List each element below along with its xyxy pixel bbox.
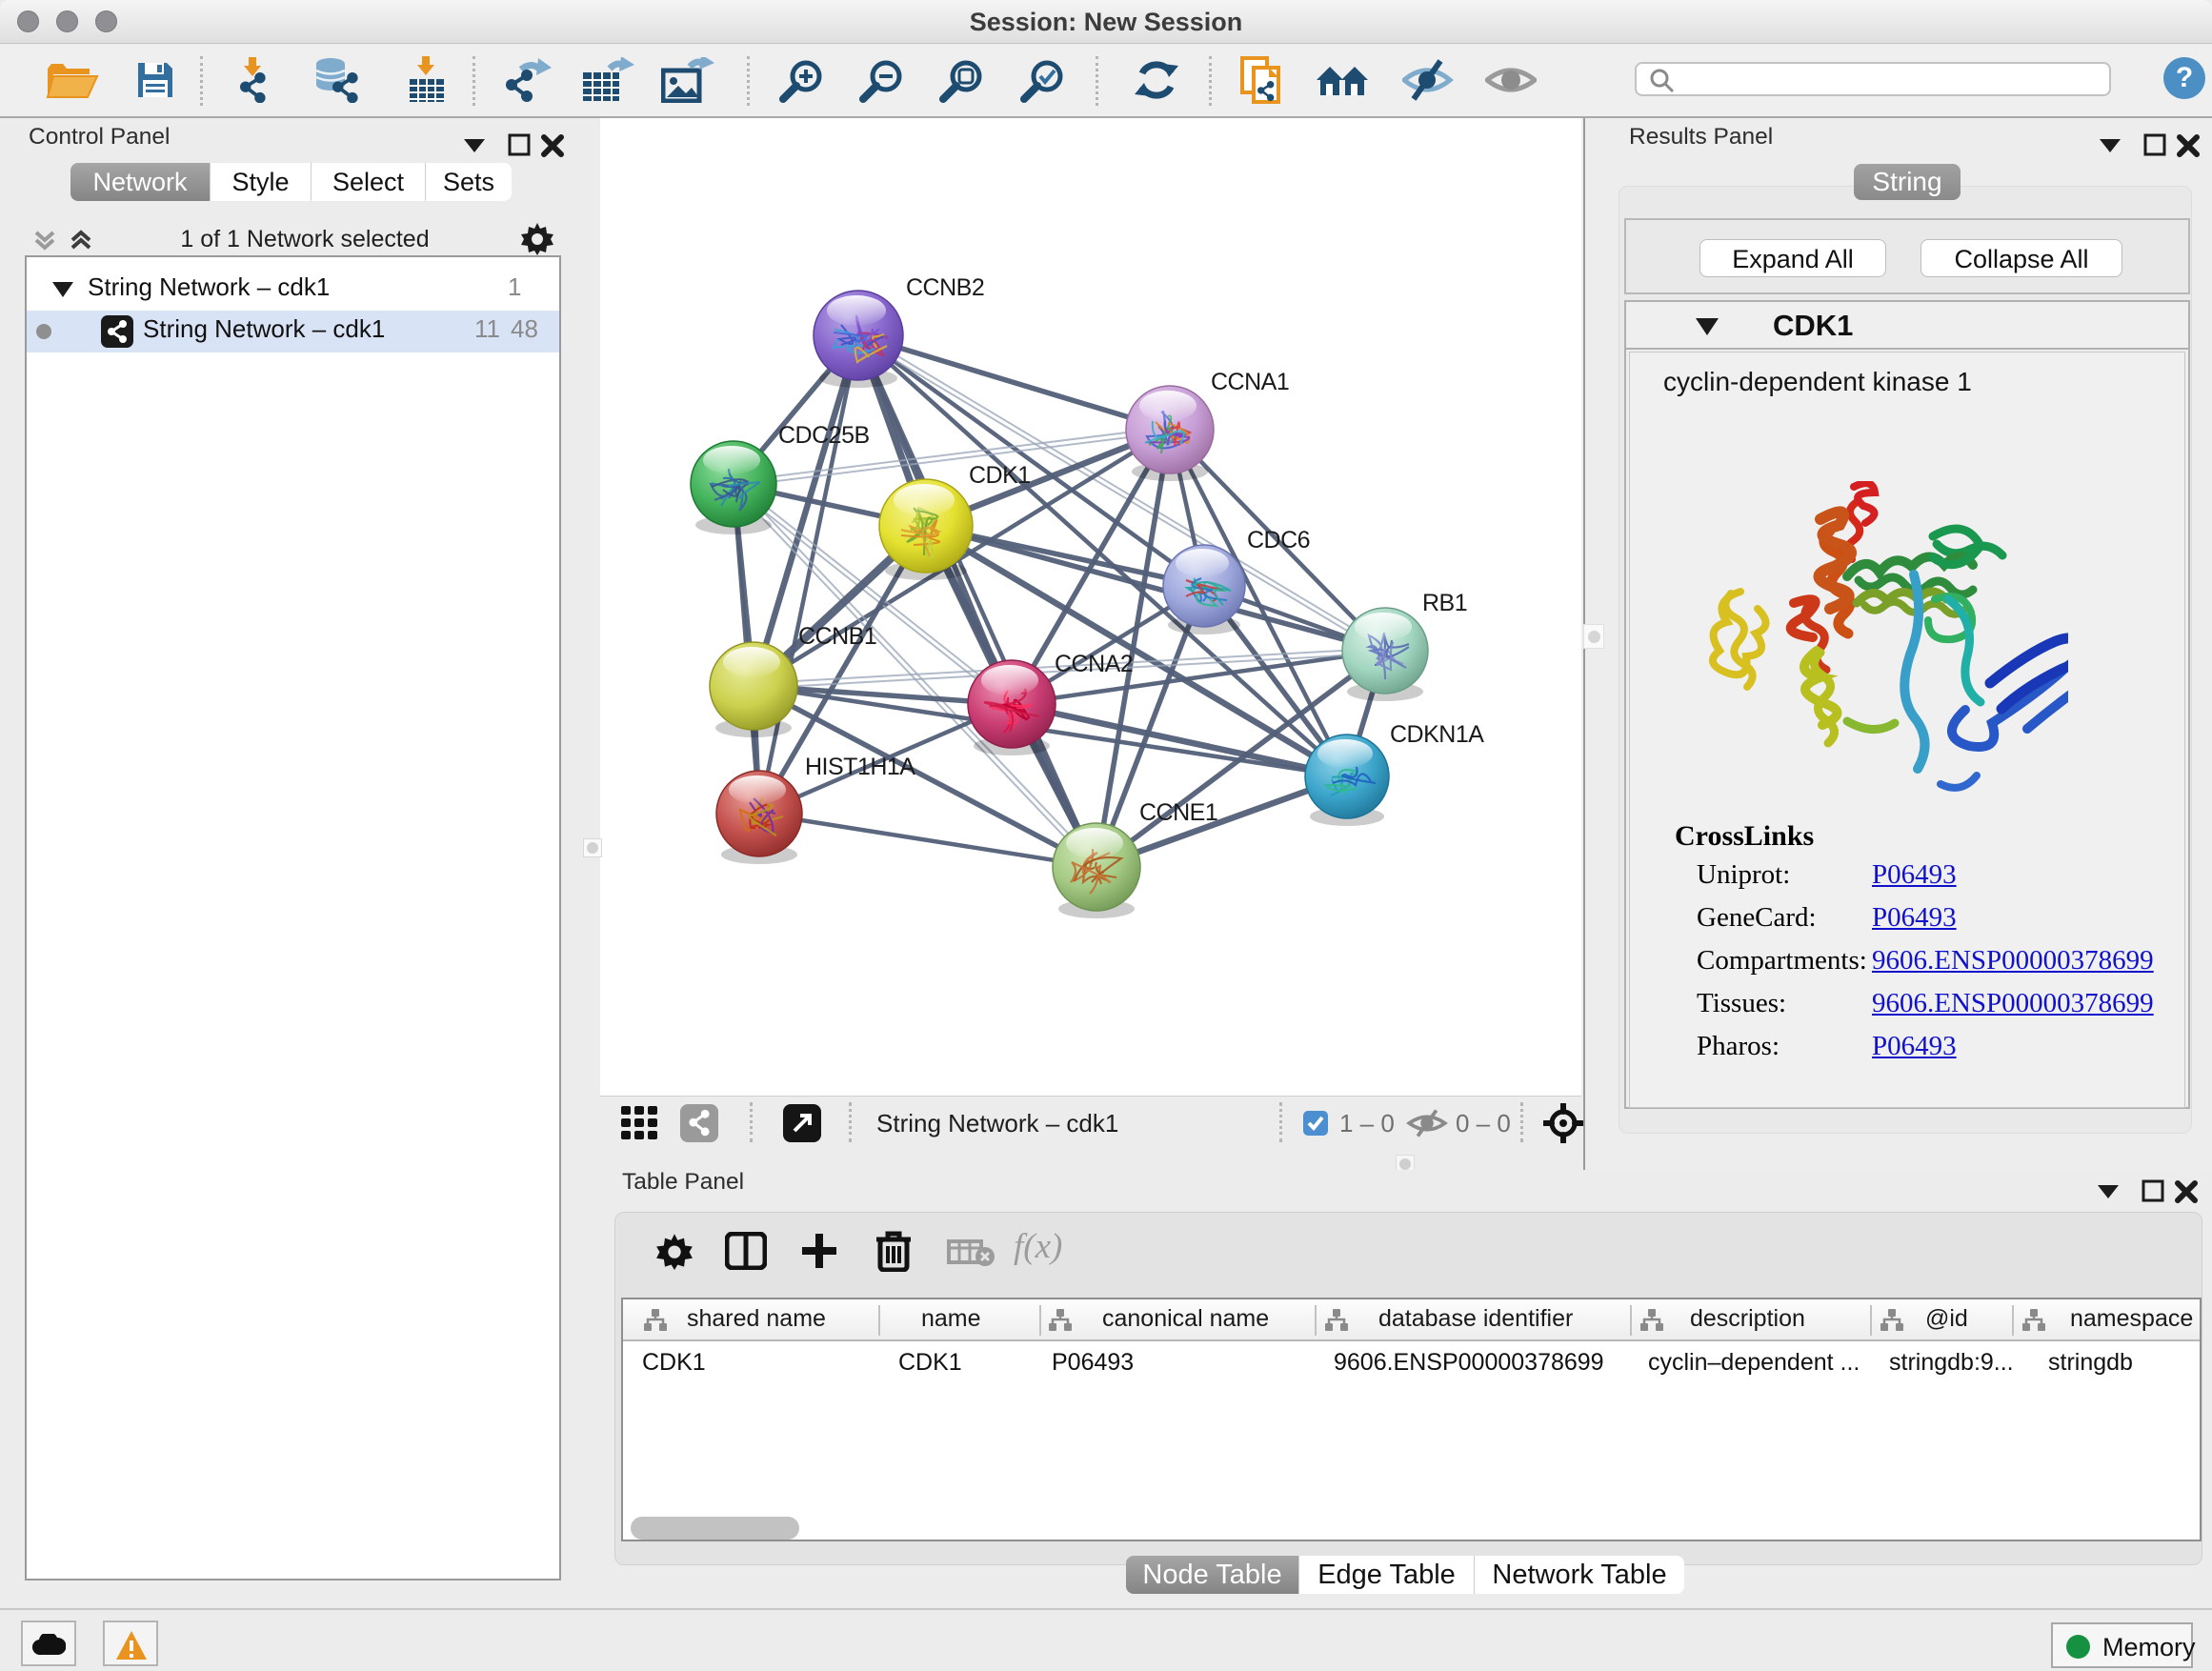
svg-text:CCNA2: CCNA2: [1055, 651, 1133, 677]
svg-text:CCNB2: CCNB2: [906, 274, 984, 301]
svg-text:CDKN1A: CDKN1A: [1390, 721, 1484, 748]
svg-text:HIST1H1A: HIST1H1A: [805, 754, 915, 780]
svg-text:CDC6: CDC6: [1247, 527, 1310, 554]
svg-text:CCNA1: CCNA1: [1211, 369, 1289, 395]
svg-text:CDK1: CDK1: [969, 462, 1031, 489]
svg-text:CCNB1: CCNB1: [798, 623, 876, 650]
svg-text:CCNE1: CCNE1: [1139, 799, 1217, 826]
svg-text:CDC25B: CDC25B: [778, 422, 870, 449]
svg-text:RB1: RB1: [1422, 590, 1467, 616]
